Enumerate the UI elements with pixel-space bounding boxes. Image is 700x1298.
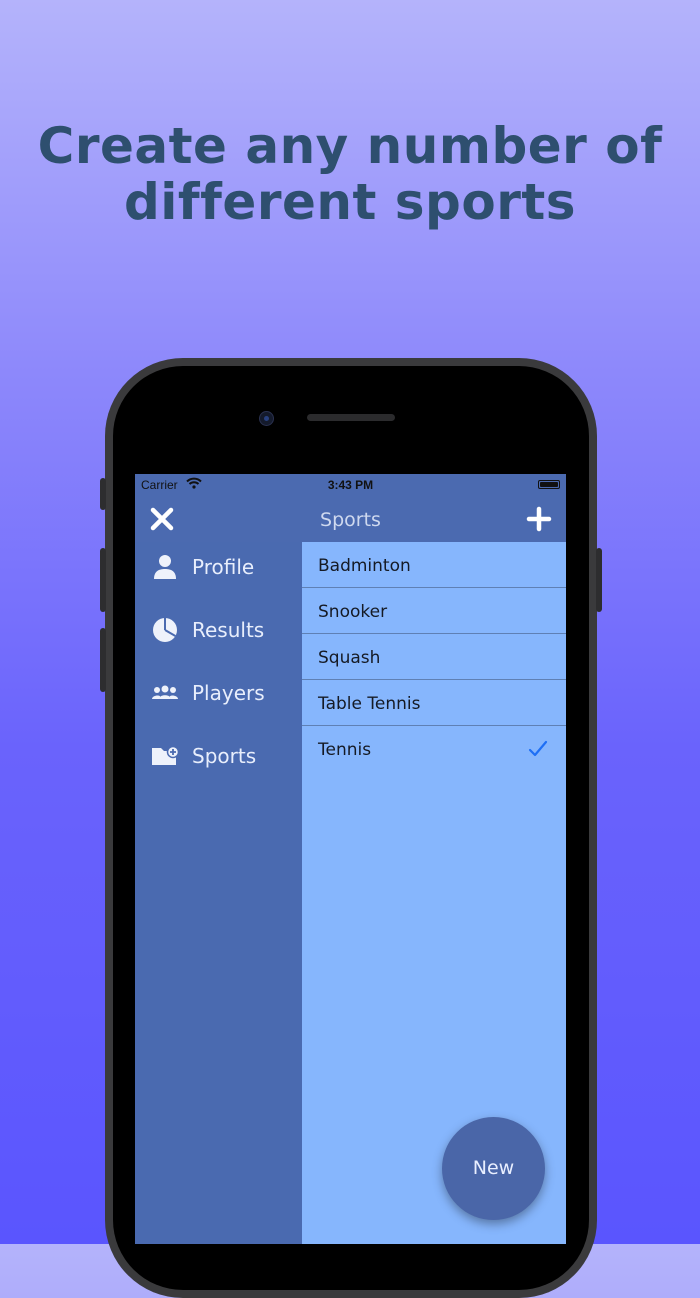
folder-add-icon bbox=[152, 745, 179, 765]
plus-icon[interactable] bbox=[526, 506, 552, 532]
drawer-item-label: Profile bbox=[192, 555, 255, 579]
list-item[interactable]: Squash bbox=[302, 634, 566, 680]
list-item-label: Snooker bbox=[318, 602, 388, 622]
nav-bar: Sports bbox=[135, 496, 566, 542]
page-headline: Create any number of different sports bbox=[0, 118, 700, 230]
list-item-label: Tennis bbox=[318, 740, 372, 760]
battery-icon bbox=[538, 480, 560, 489]
checkmark-icon bbox=[528, 740, 548, 757]
drawer-item-label: Players bbox=[192, 681, 265, 705]
group-icon bbox=[152, 685, 178, 699]
pie-chart-icon bbox=[153, 618, 177, 642]
drawer-item-label: Sports bbox=[192, 744, 257, 768]
list-item-selected[interactable]: Tennis bbox=[302, 726, 566, 772]
person-icon bbox=[154, 555, 176, 579]
power-button bbox=[596, 548, 602, 612]
app-screen: Carrier 3:43 PM Sports Profile Results P… bbox=[135, 474, 566, 1244]
drawer-item-players[interactable]: Players bbox=[135, 668, 302, 718]
drawer-item-results[interactable]: Results bbox=[135, 605, 302, 655]
list-item[interactable]: Snooker bbox=[302, 588, 566, 634]
nav-title: Sports bbox=[320, 509, 381, 531]
status-time: 3:43 PM bbox=[327, 478, 374, 492]
volume-up-button bbox=[100, 548, 106, 612]
front-camera-icon bbox=[259, 411, 274, 426]
drawer-item-profile[interactable]: Profile bbox=[135, 542, 302, 592]
list-item[interactable]: Badminton bbox=[302, 542, 566, 588]
drawer-item-label: Results bbox=[192, 618, 265, 642]
list-item-label: Table Tennis bbox=[318, 694, 421, 714]
list-item[interactable]: Table Tennis bbox=[302, 680, 566, 726]
headline-line-1: Create any number of bbox=[37, 117, 663, 175]
silent-switch bbox=[100, 478, 106, 510]
volume-down-button bbox=[100, 628, 106, 692]
list-item-label: Badminton bbox=[318, 556, 411, 576]
drawer-item-sports[interactable]: Sports bbox=[135, 731, 302, 781]
status-bar: Carrier 3:43 PM bbox=[135, 474, 566, 496]
side-drawer: Profile Results Players Sports bbox=[135, 542, 302, 1244]
earpiece-speaker bbox=[307, 414, 395, 421]
sports-list: Badminton Snooker Squash Table Tennis Te… bbox=[302, 542, 566, 772]
list-item-label: Squash bbox=[318, 648, 381, 668]
new-sport-button[interactable]: New bbox=[442, 1117, 545, 1220]
headline-line-2: different sports bbox=[123, 173, 577, 231]
